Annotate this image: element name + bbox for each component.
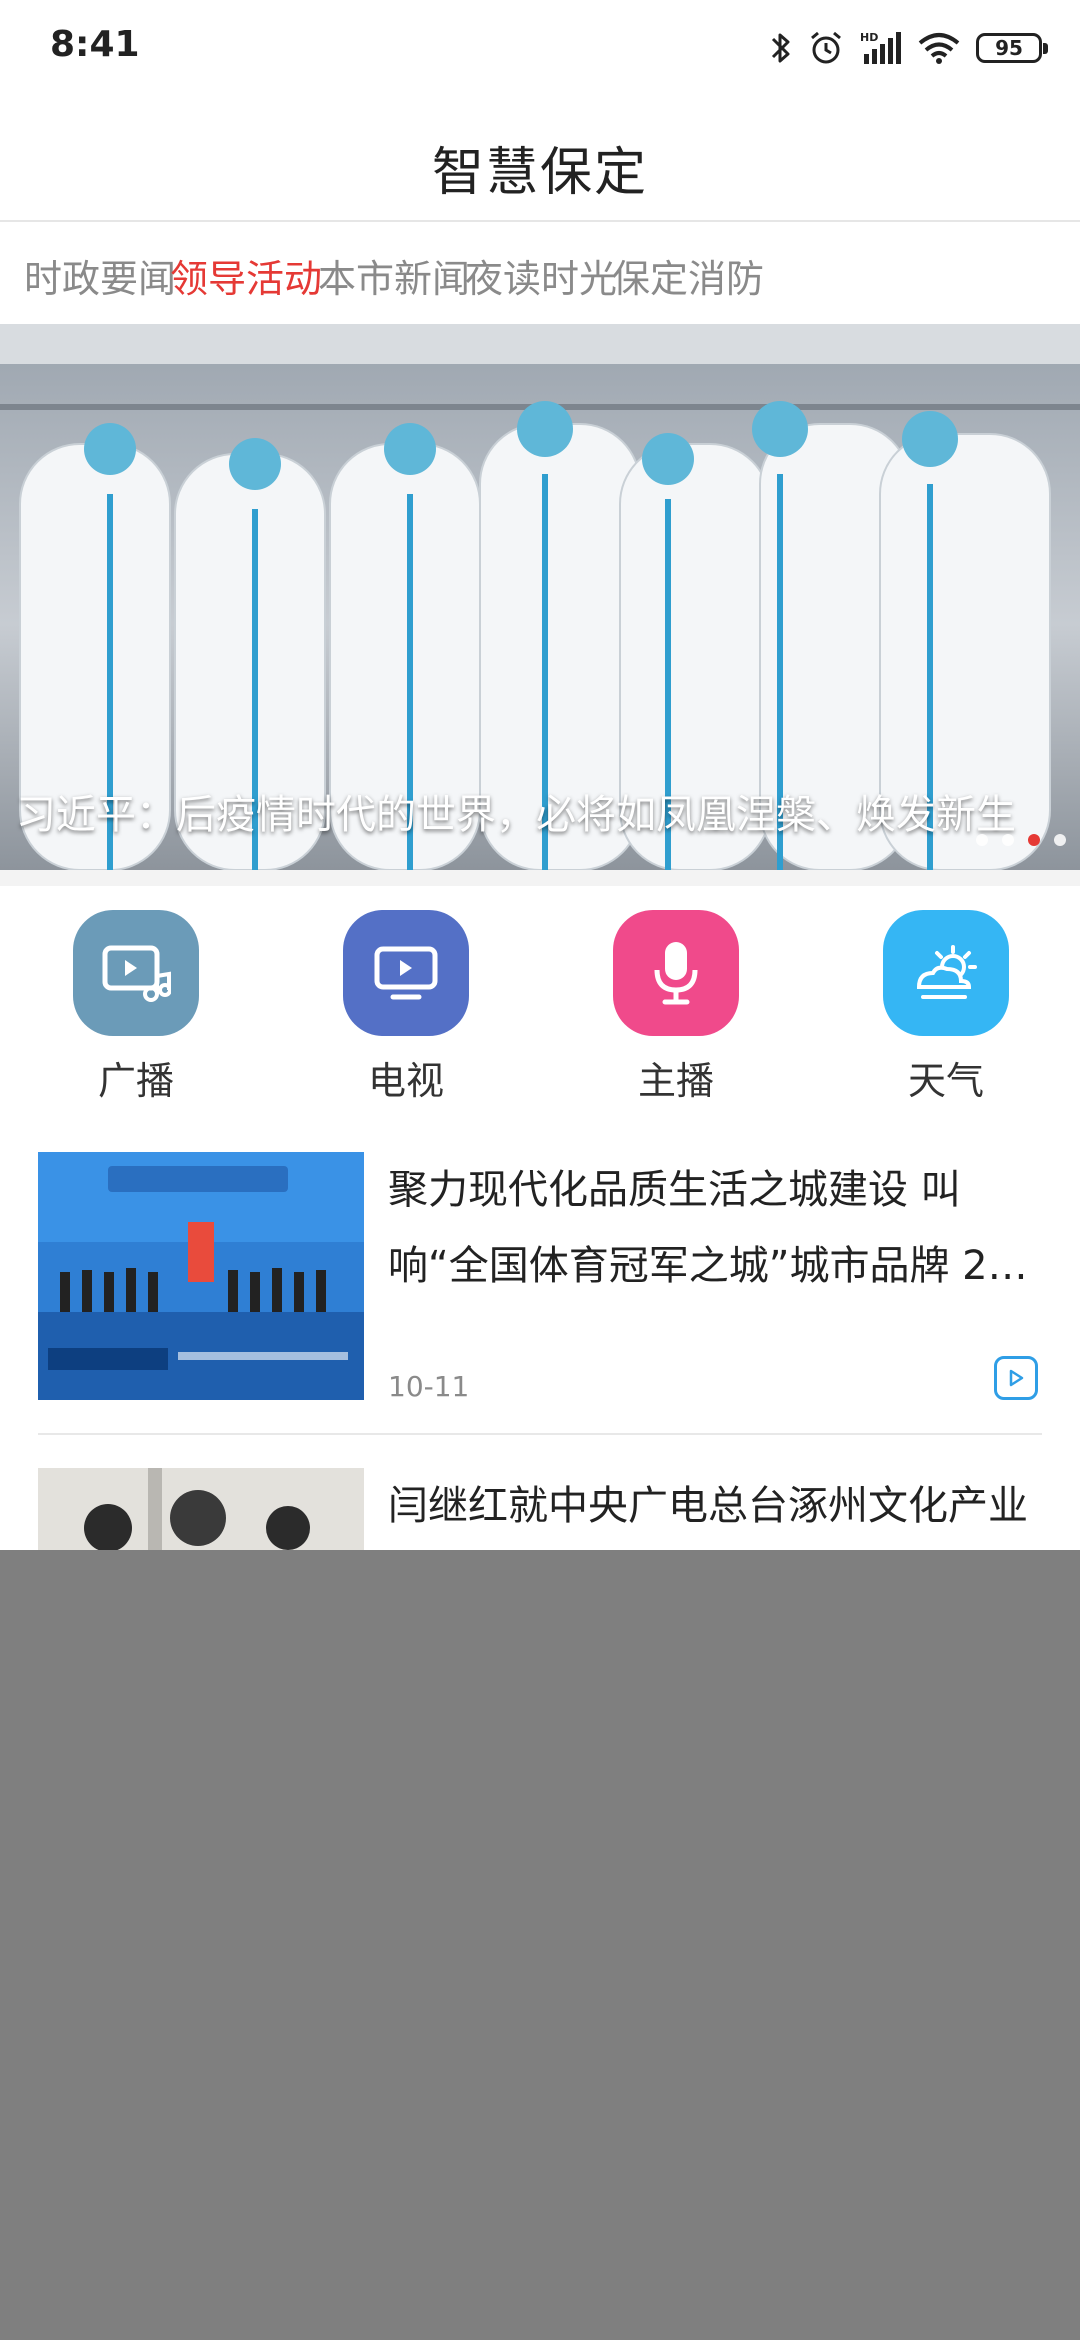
- news-thumbnail: [38, 1152, 364, 1400]
- status-icons: HD 95: [770, 26, 1048, 70]
- quick-label: 电视: [367, 1059, 444, 1103]
- page-title: 智慧保定: [431, 143, 648, 203]
- svg-text:HD: HD: [860, 31, 878, 44]
- section-divider: [0, 870, 1080, 886]
- alarm-icon: [808, 30, 844, 66]
- tab-politics[interactable]: 时政要闻: [24, 248, 176, 303]
- banner-caption: 习近平：后疫情时代的世界，必将如凤凰涅槃、焕发新生: [16, 792, 1016, 838]
- quick-tv-button[interactable]: 电视: [326, 910, 486, 1105]
- quick-label: 主播: [637, 1059, 714, 1103]
- carousel-dot: [976, 834, 988, 846]
- carousel-dot-active: [1028, 834, 1040, 846]
- app-header: 智慧保定: [0, 96, 1080, 222]
- banner-carousel[interactable]: 习近平：后疫情时代的世界，必将如凤凰涅槃、焕发新生: [0, 324, 1080, 870]
- carousel-dot: [1002, 834, 1014, 846]
- radio-music-icon: [73, 910, 199, 1036]
- tab-night-reading[interactable]: 夜读时光: [465, 248, 617, 303]
- wifi-icon: [918, 31, 960, 65]
- video-play-icon[interactable]: [994, 1356, 1038, 1400]
- carousel-indicator: [976, 834, 1066, 846]
- quick-weather-button[interactable]: 天气: [866, 910, 1026, 1105]
- status-bar: 8:41 HD 95: [0, 0, 1080, 96]
- quick-radio-button[interactable]: 广播: [56, 910, 216, 1105]
- list-divider: [38, 1433, 1042, 1435]
- carousel-dot: [1054, 834, 1066, 846]
- news-title: 聚力现代化品质生活之城建设 叫响“全国体育冠军之城”城市品牌 2…: [388, 1167, 1028, 1289]
- battery-icon: 95: [976, 33, 1048, 63]
- tv-icon: [343, 910, 469, 1036]
- news-list-item[interactable]: 聚力现代化品质生活之城建设 叫响“全国体育冠军之城”城市品牌 2… 10-11: [38, 1152, 1042, 1403]
- quick-label: 广播: [97, 1059, 174, 1103]
- category-tabs: 时政要闻 领导活动 本市新闻 夜读时光 保定消防: [0, 222, 1080, 324]
- hd-signal-icon: HD: [860, 30, 902, 66]
- battery-level: 95: [995, 36, 1023, 60]
- quick-access-bar: 广播 电视 主播 天气: [0, 886, 1080, 1116]
- quick-anchor-button[interactable]: 主播: [596, 910, 756, 1105]
- weather-icon: [883, 910, 1009, 1036]
- quick-label: 天气: [907, 1059, 984, 1103]
- bluetooth-icon: [770, 30, 792, 66]
- status-time: 8:41: [50, 24, 140, 65]
- news-date: 10-11: [388, 1370, 470, 1403]
- tab-fire-safety[interactable]: 保定消防: [612, 248, 764, 303]
- tab-leader-activity[interactable]: 领导活动: [170, 248, 322, 303]
- tab-city-news[interactable]: 本市新闻: [318, 248, 470, 303]
- microphone-icon: [613, 910, 739, 1036]
- loading-overlay: [0, 1550, 1080, 2340]
